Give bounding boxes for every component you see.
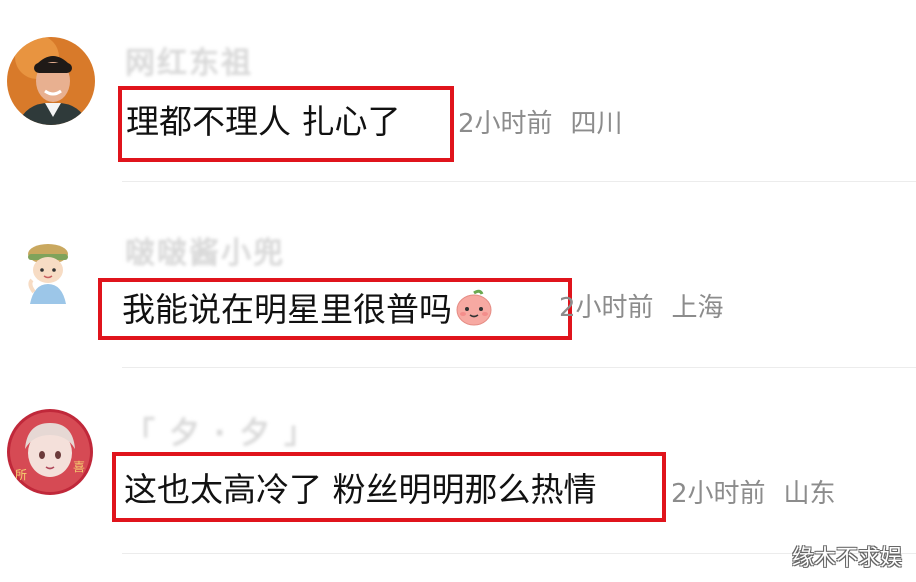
svg-text:所: 所 bbox=[15, 468, 27, 482]
comment-item: 所 喜 「 夕 · 夕 」 这也太高冷了 粉丝明明那么热情 2小时前 山东 bbox=[0, 0, 916, 582]
comment-text: 这也太高冷了 粉丝明明那么热情 bbox=[124, 470, 597, 509]
watermark: 缘木不求娱 bbox=[791, 546, 902, 571]
timestamp: 2小时前 bbox=[671, 479, 766, 509]
comment-meta: 2小时前 山东 bbox=[671, 478, 836, 510]
user-avatar[interactable]: 所 喜 bbox=[7, 409, 93, 495]
anime-girl-avatar-icon: 所 喜 bbox=[7, 409, 93, 495]
username[interactable]: 「 夕 · 夕 」 bbox=[125, 408, 316, 452]
svg-text:喜: 喜 bbox=[73, 460, 85, 474]
location: 山东 bbox=[783, 479, 836, 509]
